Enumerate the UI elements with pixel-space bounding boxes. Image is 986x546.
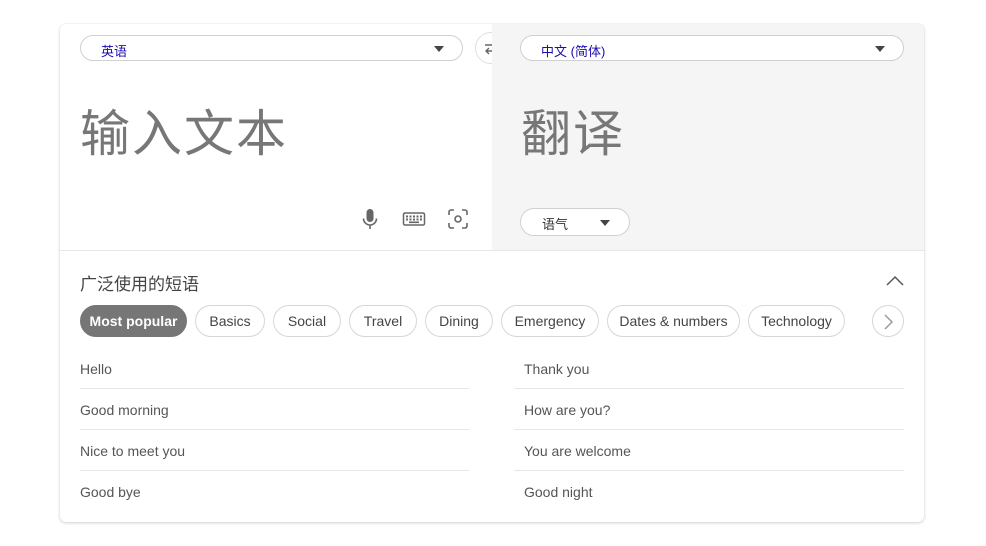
phrase-item[interactable]: Good morning (80, 389, 469, 430)
microphone-icon[interactable] (358, 207, 382, 231)
keyboard-icon[interactable] (402, 207, 426, 231)
target-pane: 中文 (简体) 翻译 语气 (492, 24, 924, 250)
phrase-item[interactable]: You are welcome (514, 430, 904, 471)
category-tab-dates-numbers[interactable]: Dates & numbers (607, 305, 740, 337)
source-language-select[interactable]: 英语 (80, 35, 463, 61)
tone-select[interactable]: 语气 (520, 208, 630, 236)
category-tab-dining[interactable]: Dining (425, 305, 493, 337)
translator-card: 英语 输入文本 中文 (简体) 翻译 语气 广泛使用的短语 Most popul… (60, 24, 924, 522)
target-language-select[interactable]: 中文 (简体) (520, 35, 904, 61)
category-tab-social[interactable]: Social (273, 305, 341, 337)
camera-scan-icon[interactable] (446, 207, 470, 231)
source-pane: 英语 输入文本 (60, 24, 492, 250)
source-language-label: 英语 (101, 44, 128, 59)
phrase-list-right: Thank you How are you? You are welcome G… (514, 348, 904, 512)
category-tab-most-popular[interactable]: Most popular (80, 305, 187, 337)
phrase-item[interactable]: Nice to meet you (80, 430, 469, 471)
chevron-right-icon (884, 314, 894, 330)
chevron-down-icon (434, 46, 444, 52)
phrase-item[interactable]: Hello (80, 348, 469, 389)
chevron-down-icon (600, 220, 610, 226)
categories-next-button[interactable] (872, 305, 904, 337)
translation-output: 翻译 (521, 105, 625, 163)
phrases-title: 广泛使用的短语 (80, 275, 199, 294)
target-language-label: 中文 (简体) (541, 44, 606, 59)
category-tab-technology[interactable]: Technology (748, 305, 845, 337)
phrase-item[interactable]: Good night (514, 471, 904, 512)
category-tab-basics[interactable]: Basics (195, 305, 265, 337)
phrase-item[interactable]: How are you? (514, 389, 904, 430)
chevron-up-icon[interactable] (886, 274, 904, 286)
chevron-down-icon (875, 46, 885, 52)
source-text-input[interactable]: 输入文本 (80, 94, 288, 166)
phrase-item[interactable]: Thank you (514, 348, 904, 389)
category-tab-travel[interactable]: Travel (349, 305, 417, 337)
tone-label: 语气 (542, 217, 569, 232)
phrase-list-left: Hello Good morning Nice to meet you Good… (80, 348, 469, 512)
phrase-item[interactable]: Good bye (80, 471, 469, 512)
category-tab-emergency[interactable]: Emergency (501, 305, 599, 337)
section-divider (60, 250, 924, 251)
